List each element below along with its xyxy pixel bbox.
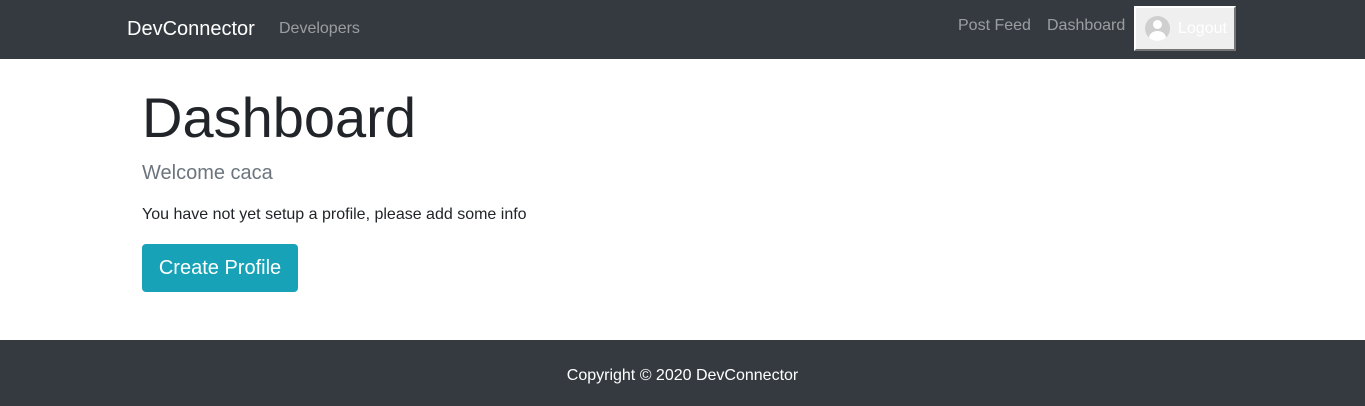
nav-dashboard-link[interactable]: Dashboard	[1047, 16, 1125, 36]
page-title: Dashboard	[142, 86, 416, 149]
copyright-text: Copyright © 2020 DevConnector	[566, 367, 799, 384]
top-navbar: DevConnector Developers Post Feed Dashbo…	[0, 0, 1365, 59]
page-footer: Copyright © 2020 DevConnector	[0, 340, 1365, 406]
create-profile-button[interactable]: Create Profile	[142, 244, 298, 292]
brand-link[interactable]: DevConnector	[127, 16, 255, 42]
nav-developers-link[interactable]: Developers	[279, 19, 360, 39]
nav-post-feed-link[interactable]: Post Feed	[958, 16, 1031, 36]
welcome-message: Welcome caca	[142, 162, 273, 184]
profile-info-text: You have not yet setup a profile, please…	[142, 206, 527, 223]
logout-button[interactable]: Logout	[1134, 6, 1236, 51]
logout-label: Logout	[1178, 19, 1227, 37]
avatar-icon	[1145, 16, 1170, 41]
